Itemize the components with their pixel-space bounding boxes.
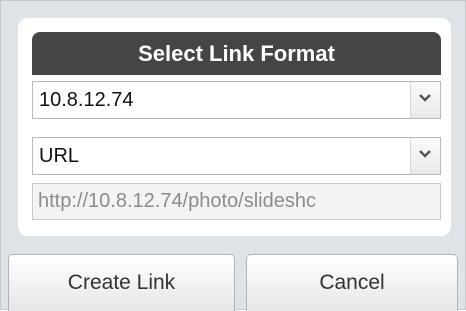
chevron-down-icon [419,150,431,158]
link-url-field[interactable]: http://10.8.12.74/photo/slideshc [32,183,441,220]
create-link-button[interactable]: Create Link [8,254,235,311]
link-format-dialog: Select Link Format 10.8.12.74 URL http:/… [0,0,466,311]
cancel-button[interactable]: Cancel [246,254,458,311]
chevron-down-icon [419,94,431,102]
host-select[interactable]: 10.8.12.74 [32,81,441,119]
format-select-toggle[interactable] [410,138,440,174]
host-select-toggle[interactable] [410,82,440,118]
dialog-panel: Select Link Format 10.8.12.74 URL http:/… [18,18,451,236]
format-select-value: URL [39,145,80,167]
format-select[interactable]: URL [32,137,441,175]
host-select-value: 10.8.12.74 [39,89,134,111]
dialog-title: Select Link Format [32,32,441,75]
